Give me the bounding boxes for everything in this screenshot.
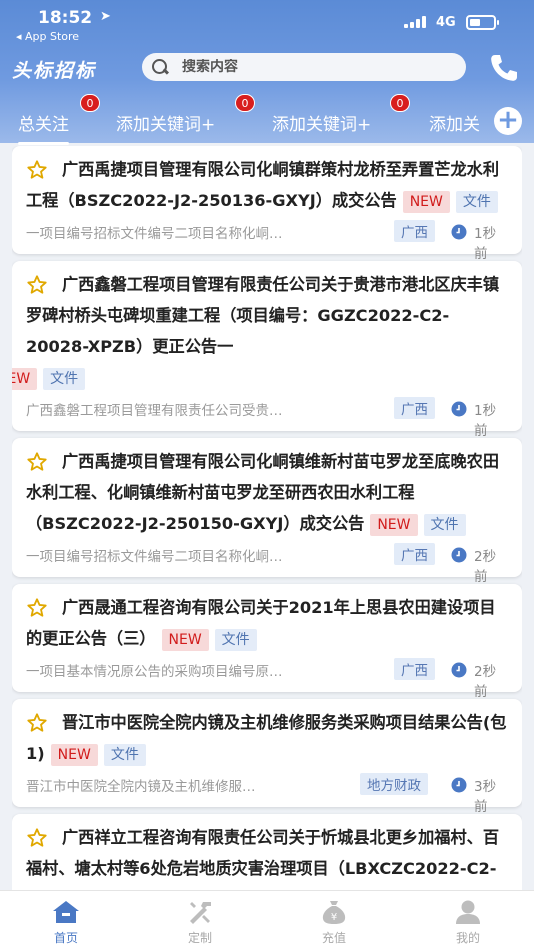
item-title: 广西晟通工程咨询有限公司关于2021年上思县农田建设项目的更正公告（三） [26,598,496,648]
tabbar-mine[interactable]: 我的 [418,891,518,950]
time-ago: 1秒前 [474,403,497,439]
location-arrow-icon: ➤ [100,9,111,24]
clock-icon [451,401,467,417]
add-keyword-plus-icon[interactable]: + [494,107,522,135]
announcement-list: 广西禹捷项目管理有限公司化峒镇群策村龙桥至弄置芒龙水利工程（BSZC2022-J… [12,146,522,890]
network-type: 4G [436,15,456,30]
region-tag: 广西 [394,220,435,242]
tab-badge: 0 [235,94,255,112]
tab-label: 总关注 [18,115,69,135]
tab-add-keyword-2[interactable]: 添加关键词+ 0 [272,94,410,135]
item-description: 一项目基本情况原公告的采购项目编号原… [26,664,283,680]
item-title: 晋江市中医院全院内镜及主机维修服务类采购项目结果公告(包1) [26,713,507,763]
star-icon[interactable] [26,712,48,734]
file-tag: 文件 [214,628,257,651]
star-icon[interactable] [26,597,48,619]
list-item[interactable]: 晋江市中医院全院内镜及主机维修服务类采购项目结果公告(包1) NEW 文件 晋江市中… [12,699,522,815]
item-description: 晋江市中医院全院内镜及主机维修服… [26,779,256,795]
tabbar-label: 定制 [187,931,212,945]
tabbar-customize[interactable]: 定制 [150,891,250,950]
back-to-app-store[interactable]: ◂ App Store [16,30,79,43]
clock-icon [451,547,467,563]
tabbar-label: 充值 [321,931,346,945]
tab-badge: 0 [80,94,100,112]
home-icon [53,901,79,923]
tab-badge: 0 [390,94,410,112]
list-item[interactable]: 广西祥立工程咨询有限责任公司关于忻城县北更乡加福村、百福村、塘太村等6处危岩地质… [12,814,522,890]
tabbar-label: 我的 [455,931,480,945]
status-time: 18:52 [38,8,93,28]
tab-label: 添加关 [429,115,480,135]
new-tag: NEW [161,628,209,651]
list-item[interactable]: 广西鑫磐工程项目管理有限责任公司关于贵港市港北区庆丰镇罗碑村桥头屯碑坝重建工程（… [12,261,522,439]
tab-label: 添加关键词+ [272,115,372,135]
clock-icon [451,777,467,793]
clock-icon [451,662,467,678]
item-description: 一项目编号招标文件编号二项目名称化峒… [26,226,283,242]
app-logo: 头标招标 [12,60,97,82]
tabbar-label: 首页 [53,931,78,945]
file-tag: 文件 [455,190,498,213]
tabbar-home[interactable]: 首页 [16,891,116,950]
time-ago: 1秒前 [474,226,497,262]
signal-icon [404,16,428,28]
new-tag: NEW [12,367,38,390]
item-description: 广西鑫磐工程项目管理有限责任公司受贵… [26,403,283,419]
star-icon[interactable] [26,827,48,849]
new-tag: NEW [370,513,418,536]
battery-icon [466,15,499,30]
new-tag: NEW [50,743,98,766]
region-tag: 广西 [394,658,435,680]
search-input[interactable] [182,59,442,75]
new-tag: NEW [402,190,450,213]
file-tag: 文件 [43,367,86,390]
user-icon [456,900,480,924]
item-title: 广西祥立工程咨询有限责任公司关于忻城县北更乡加福村、百福村、塘太村等6处危岩地质… [26,828,500,878]
list-item[interactable]: 广西禹捷项目管理有限公司化峒镇维新村苗屯罗龙至底晚农田水利工程、化峒镇维新村苗屯… [12,438,522,585]
star-icon[interactable] [26,159,48,181]
region-tag: 广西 [394,543,435,565]
keyword-tabs: 总关注 0 添加关键词+ 0 添加关键词+ 0 添加关 [0,94,534,145]
time-ago: 3秒前 [474,779,497,815]
tab-add-keyword-1[interactable]: 添加关键词+ 0 [116,94,255,135]
tools-icon [190,902,211,924]
search-icon [148,56,170,78]
star-icon[interactable] [26,274,48,296]
region-tag: 地方财政 [360,773,428,795]
tab-total-follow[interactable]: 总关注 0 [18,94,100,145]
file-tag: 文件 [103,743,146,766]
money-bag-icon: ¥ [322,901,346,924]
tab-label: 添加关键词+ [116,115,216,135]
svg-text:¥: ¥ [331,912,337,923]
tab-add-keyword-3[interactable]: 添加关 [429,110,489,135]
item-description: 一项目编号招标文件编号二项目名称化峒… [26,549,283,565]
bottom-tab-bar: 首页 定制 ¥ 充值 我的 [0,890,534,950]
list-item[interactable]: 广西禹捷项目管理有限公司化峒镇群策村龙桥至弄置芒龙水利工程（BSZC2022-J… [12,146,522,262]
status-bar: 18:52 ➤ ◂ App Store 4G [0,0,534,46]
phone-icon[interactable] [488,52,520,84]
star-icon[interactable] [26,451,48,473]
clock-icon [451,224,467,240]
region-tag: 广西 [394,397,435,419]
file-tag: 文件 [423,513,466,536]
tabbar-recharge[interactable]: ¥ 充值 [284,891,384,950]
time-ago: 2秒前 [474,549,497,585]
search-bar[interactable] [142,53,466,81]
item-title: 广西鑫磐工程项目管理有限责任公司关于贵港市港北区庆丰镇罗碑村桥头屯碑坝重建工程（… [26,275,500,356]
list-item[interactable]: 广西晟通工程咨询有限公司关于2021年上思县农田建设项目的更正公告（三） NEW 文… [12,584,522,700]
time-ago: 2秒前 [474,664,497,700]
